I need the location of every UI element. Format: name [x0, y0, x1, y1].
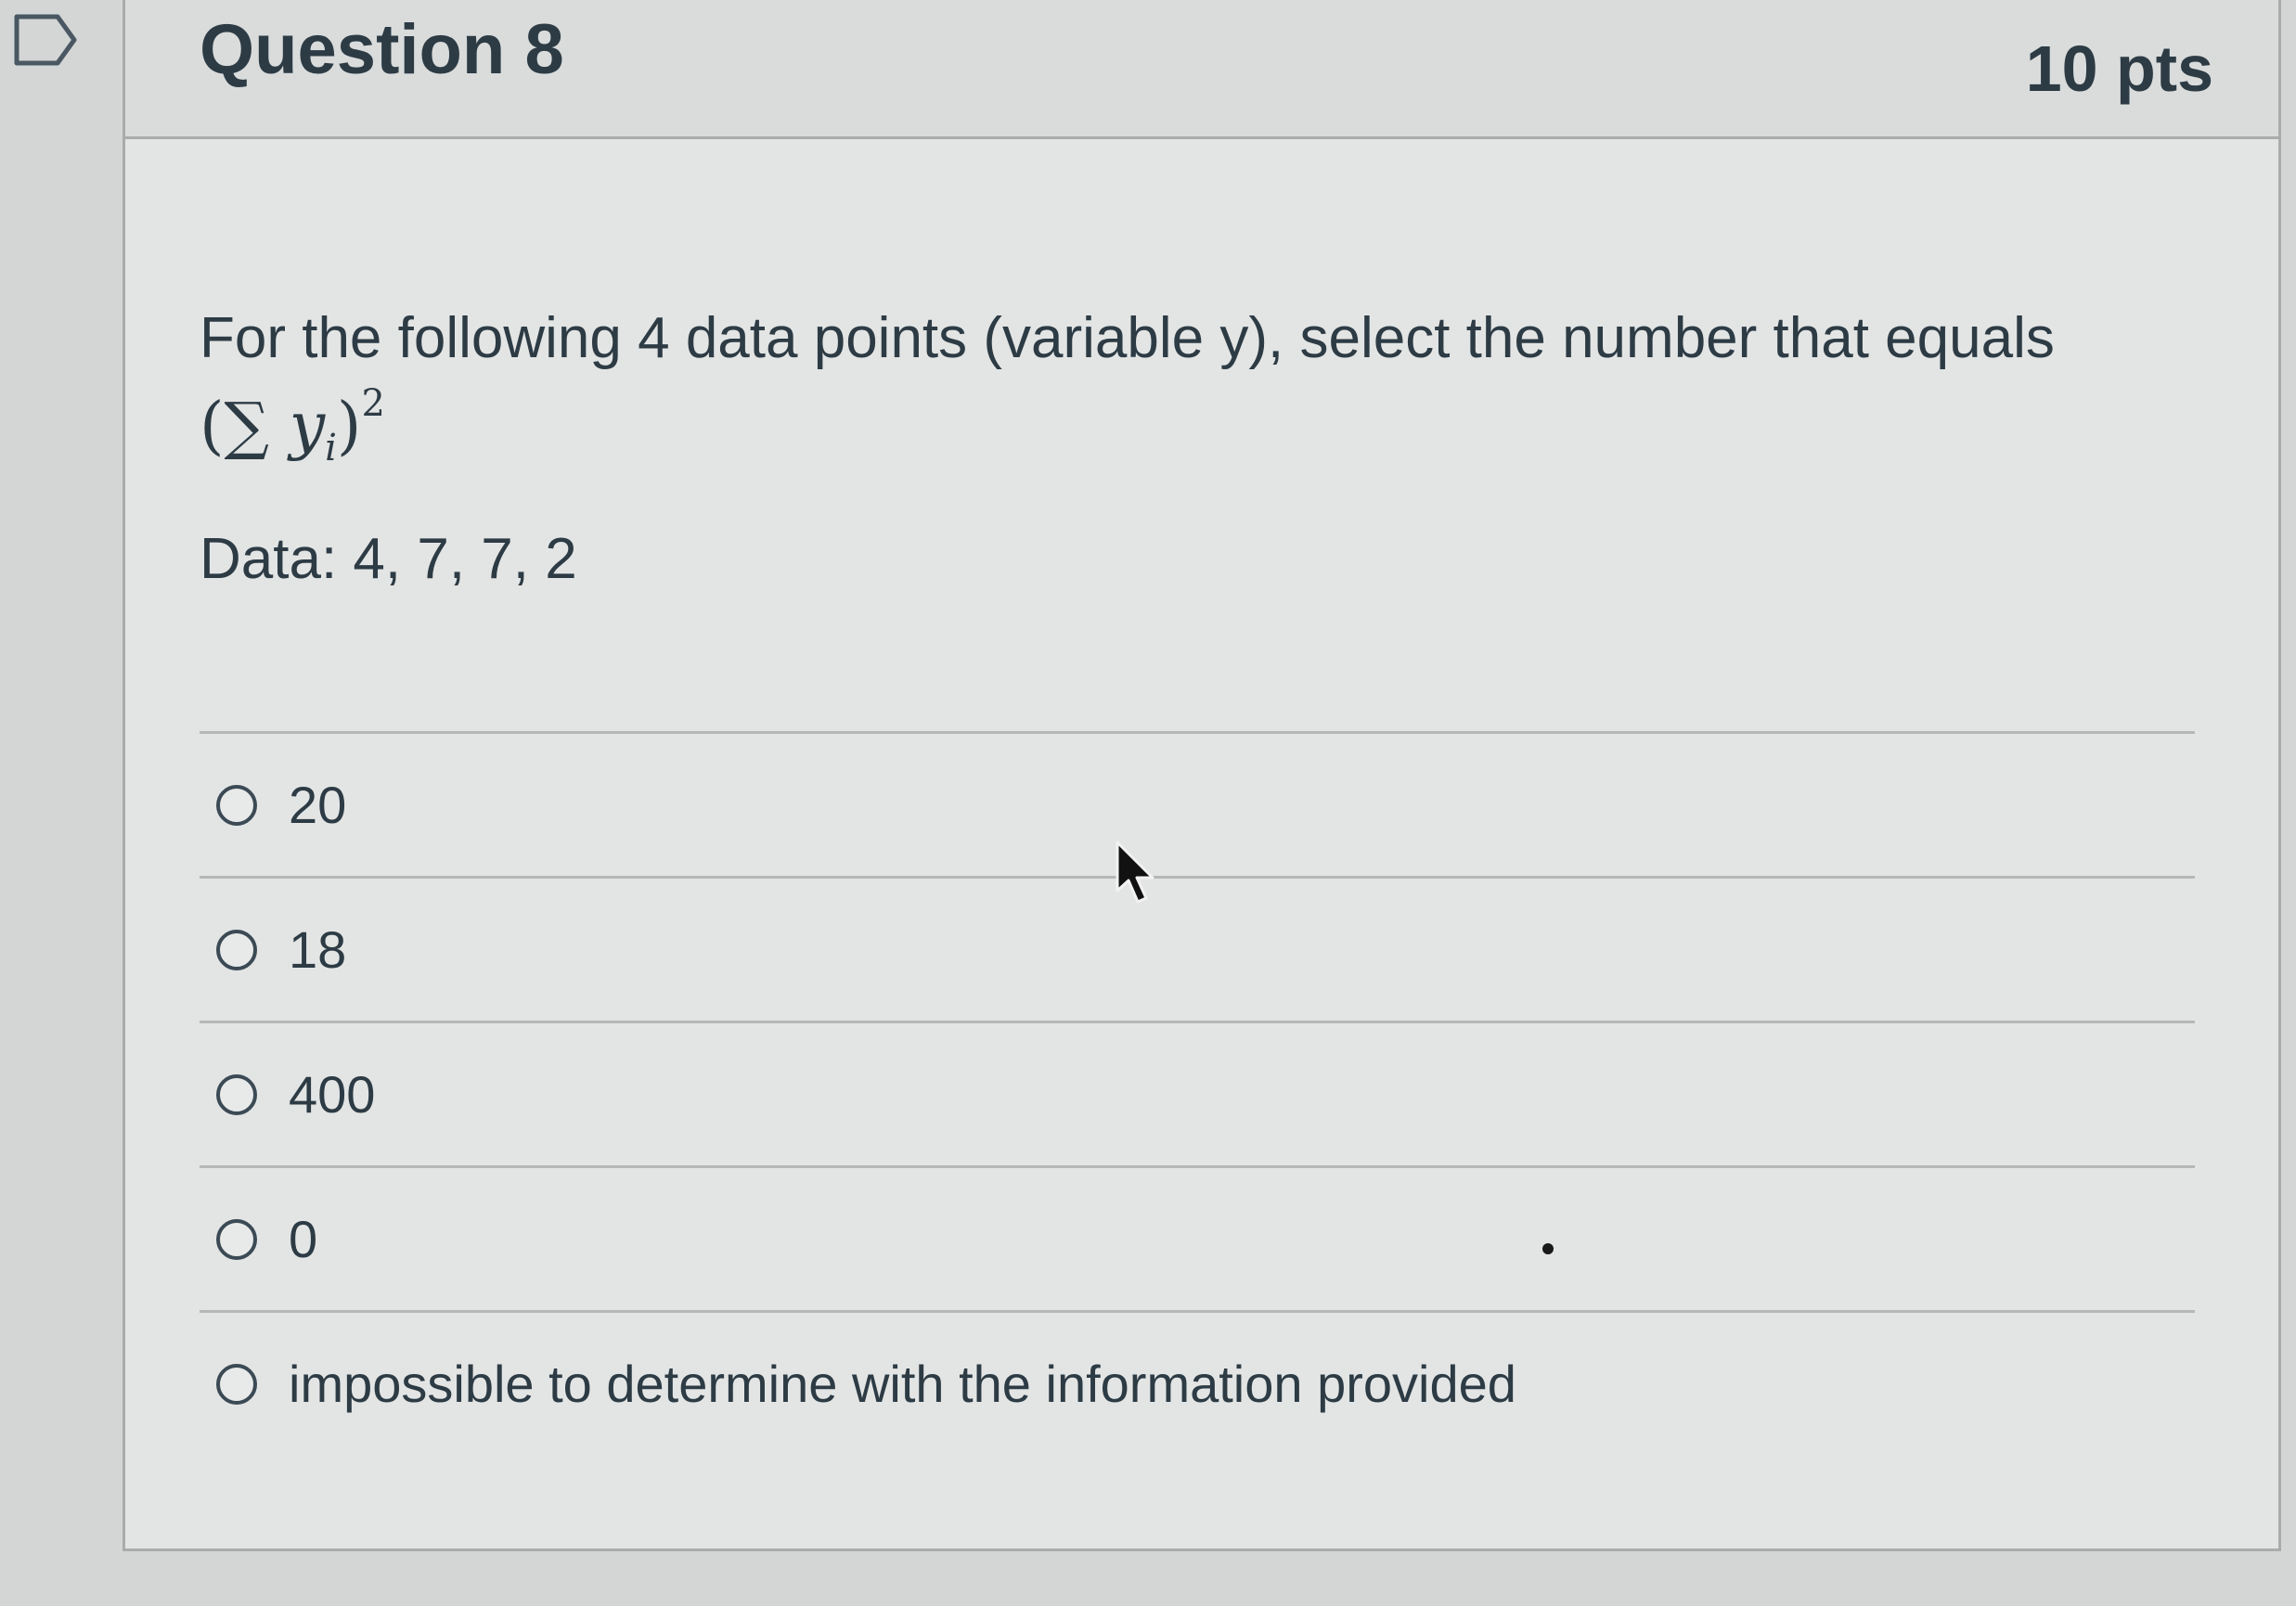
radio-button[interactable] [216, 1073, 257, 1115]
formula-variable: y [289, 390, 326, 463]
radio-button[interactable] [216, 929, 257, 970]
radio-button[interactable] [216, 1363, 257, 1405]
answer-option[interactable]: 400 [200, 1021, 2195, 1165]
formula-exponent: 2 [361, 382, 385, 425]
question-card: Question 8 10 pts For the following 4 da… [123, 0, 2281, 1551]
formula-close: ) [336, 390, 362, 463]
bookmark-flag-icon[interactable] [13, 13, 80, 67]
answer-list: 20 18 400 0 impossible to determine with… [200, 731, 2195, 1455]
formula-subscript: i [325, 427, 337, 469]
answer-label[interactable]: 400 [289, 1064, 375, 1124]
stray-dot [1542, 1243, 1554, 1254]
answer-option[interactable]: 18 [200, 876, 2195, 1021]
formula-open: (∑ [200, 390, 290, 463]
answer-option[interactable]: 20 [200, 731, 2195, 876]
question-prompt: For the following 4 data points (variabl… [200, 306, 2055, 370]
sum-squared-formula: (∑ yi)2 [200, 380, 2195, 482]
answer-label[interactable]: 0 [289, 1209, 317, 1269]
answer-label[interactable]: 20 [289, 775, 346, 835]
radio-button[interactable] [216, 1218, 257, 1260]
answer-option[interactable]: 0 [200, 1165, 2195, 1310]
question-title: Question 8 [200, 10, 564, 89]
answer-option[interactable]: impossible to determine with the informa… [200, 1310, 2195, 1455]
mouse-pointer-icon [1116, 841, 1154, 904]
question-body: For the following 4 data points (variabl… [200, 297, 2195, 597]
answer-label[interactable]: impossible to determine with the informa… [289, 1354, 1516, 1414]
question-points: 10 pts [2025, 32, 2213, 105]
data-values: Data: 4, 7, 7, 2 [200, 527, 577, 591]
answer-label[interactable]: 18 [289, 919, 346, 980]
radio-button[interactable] [216, 784, 257, 826]
question-header: Question 8 10 pts [125, 0, 2278, 139]
